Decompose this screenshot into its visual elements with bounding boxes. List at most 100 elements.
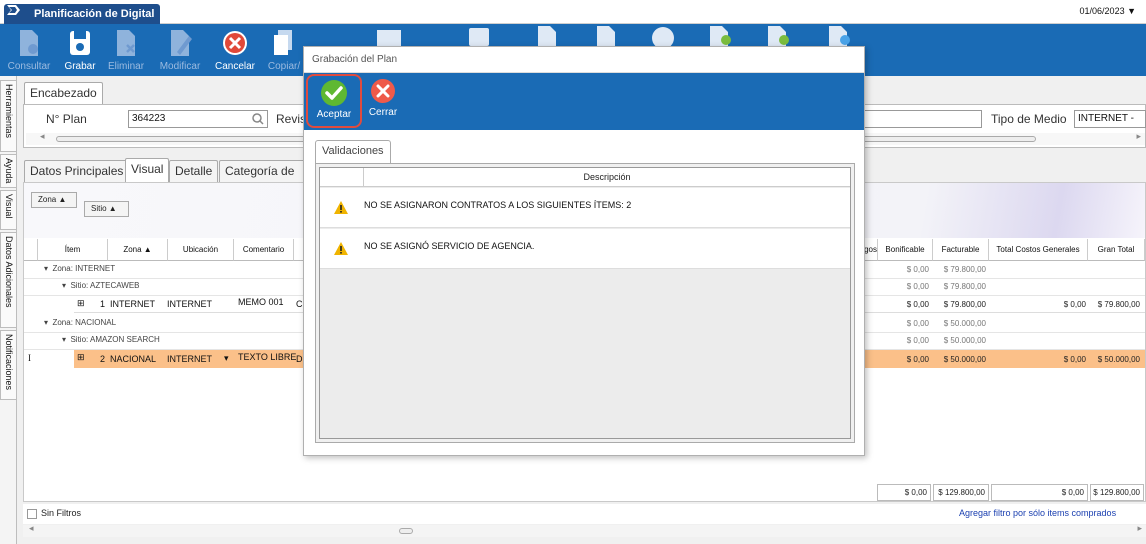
row-total-costos: $ 0,00 [1063,355,1086,364]
row-extra: C [296,299,303,309]
tab-validaciones[interactable]: Validaciones [315,140,391,163]
grid-header-bonificable[interactable]: Bonificable [878,239,933,261]
side-tab-notificaciones[interactable]: Notificaciones [0,330,17,400]
grid-header-total-costos[interactable]: Total Costos Generales [989,239,1088,261]
grid-header-gos[interactable]: gos [864,239,878,261]
sitio-facturable: $ 50.000,00 [943,336,986,345]
document-add-icon [768,26,789,46]
grid-header-zona[interactable]: Zona ▲ [108,239,168,261]
tab-datos-principales[interactable]: Datos Principales [24,160,130,182]
document-check-icon [710,26,731,46]
grabar-button[interactable]: Grabar [60,26,100,74]
row-comentario: TEXTO LIBRE [238,352,297,362]
dialog-toolbar: Aceptar Cerrar [304,73,864,130]
tab-detalle[interactable]: Detalle [169,160,219,182]
grid-header-indicator [24,239,38,261]
add-filter-link[interactable]: Agregar filtro por sólo items comprados [959,508,1116,518]
app-logo-icon [7,5,20,15]
aceptar-label: Aceptar [316,109,352,120]
grid-header-comentario[interactable]: Comentario [234,239,294,261]
delete-doc-icon [117,30,135,56]
group-row-sitio-aztecaweb[interactable]: ▾ Sitio: AZTECAWEB [62,281,140,290]
row-cursor-marker: I [28,353,31,363]
row-extra: D [296,354,303,364]
validation-row[interactable]: NO SE ASIGNARON CONTRATOS A LOS SIGUIENT… [320,188,850,228]
group-row-sitio-amazon[interactable]: ▾ Sitio: AMAZON SEARCH [62,335,160,344]
warning-icon [334,201,348,214]
row-bonificable: $ 0,00 [906,355,929,364]
revision-label: Revis [276,112,307,126]
cerrar-label: Cerrar [368,107,398,118]
group-row-zona-nacional[interactable]: ▾ Zona: NACIONAL [44,318,116,327]
total-gran-total: $ 129.800,00 [1090,484,1144,501]
consultar-label: Consultar [7,61,51,72]
row-zona: INTERNET [110,299,155,309]
check-icon [321,80,347,106]
validation-message: NO SE ASIGNARON CONTRATOS A LOS SIGUIENT… [364,200,632,210]
warning-icon [334,242,348,255]
grid-header-facturable[interactable]: Facturable [933,239,989,261]
plan-number-label: N° Plan [46,112,87,126]
filter-checkbox[interactable] [27,509,37,519]
consultar-button[interactable]: Consultar [6,26,52,74]
window-tab[interactable]: Planificación de Digital [4,4,161,24]
modificar-button[interactable]: Modificar [155,26,205,74]
group-chip-sitio[interactable]: Sitio ▲ [84,201,129,217]
grid-header-gran-total[interactable]: Gran Total [1088,239,1145,261]
row-gran-total: $ 79.800,00 [1097,300,1140,309]
tab-visual[interactable]: Visual [125,158,170,182]
plan-number-field[interactable]: 364223 [128,110,268,128]
group-chip-zona[interactable]: Zona ▲ [31,192,77,208]
validaciones-panel: Descripción NO SE ASIGNARON CONTRATOS A … [315,163,855,443]
globe-icon [652,27,674,46]
expand-icon[interactable]: ⊞ [77,298,85,309]
document-icon [597,26,615,46]
grid-scroll-thumb[interactable] [399,528,413,534]
media-type-field[interactable]: INTERNET - DIGI [1074,110,1146,128]
eliminar-button[interactable]: Eliminar [104,26,148,74]
copiar-button[interactable]: Copiar/ [264,26,304,74]
chevron-down-icon[interactable]: ▾ [224,353,229,364]
cerrar-button[interactable]: Cerrar [366,76,400,128]
total-costos-generales: $ 0,00 [991,484,1088,501]
copiar-label: Copiar/ [267,61,301,72]
tab-encabezado[interactable]: Encabezado [24,82,103,104]
grid-header-item[interactable]: Ítem [38,239,108,261]
filter-bar: Sin Filtros Agregar filtro por sólo item… [23,504,1146,524]
title-bar: Planificación de Digital 01/06/2023 ▼ [0,0,1146,24]
row-zona: NACIONAL [110,354,157,364]
tab-categoria[interactable]: Categoría de Íte [219,160,307,182]
row-facturable: $ 50.000,00 [943,355,986,364]
side-tab-datos-adicionales[interactable]: Datos Adicionales [0,232,17,328]
group-row-zona-internet[interactable]: ▾ Zona: INTERNET [44,264,115,273]
group-facturable: $ 50.000,00 [943,319,986,328]
modificar-label: Modificar [159,61,201,72]
validation-row[interactable]: NO SE ASIGNÓ SERVICIO DE AGENCIA. [320,229,850,269]
save-icon [469,28,489,46]
row-ubicacion: INTERNET [167,354,212,364]
side-tab-herramientas[interactable]: Herramientas [0,80,17,152]
cancelar-label: Cancelar [214,61,256,72]
aceptar-button[interactable]: Aceptar [306,74,362,128]
search-icon[interactable] [252,113,264,125]
description-field[interactable] [864,110,982,128]
descripcion-header[interactable]: Descripción [364,168,850,187]
total-facturable: $ 129.800,00 [933,484,989,501]
document-icon [538,26,556,46]
grid-header-ubicacion[interactable]: Ubicación [168,239,234,261]
sitio-bonificable: $ 0,00 [906,282,929,291]
date-label[interactable]: 01/06/2023 ▼ [1080,6,1136,16]
total-bonificable: $ 0,00 [877,484,931,501]
search-doc-icon [20,30,38,56]
group-facturable: $ 79.800,00 [943,265,986,274]
filter-label: Sin Filtros [41,508,82,518]
validaciones-table: Descripción NO SE ASIGNARON CONTRATOS A … [319,167,851,439]
cancelar-button[interactable]: Cancelar [212,26,258,74]
grid-scrollbar[interactable]: ◂ ▸ [23,523,1146,537]
grabacion-dialog: Grabación del Plan Aceptar Cerrar Valida… [303,46,865,456]
document-info-icon [829,26,850,46]
side-tab-ayuda[interactable]: Ayuda [0,154,17,188]
cancel-icon [223,31,247,55]
expand-icon[interactable]: ⊞ [77,352,85,363]
side-tab-visual[interactable]: Visual [0,190,17,230]
